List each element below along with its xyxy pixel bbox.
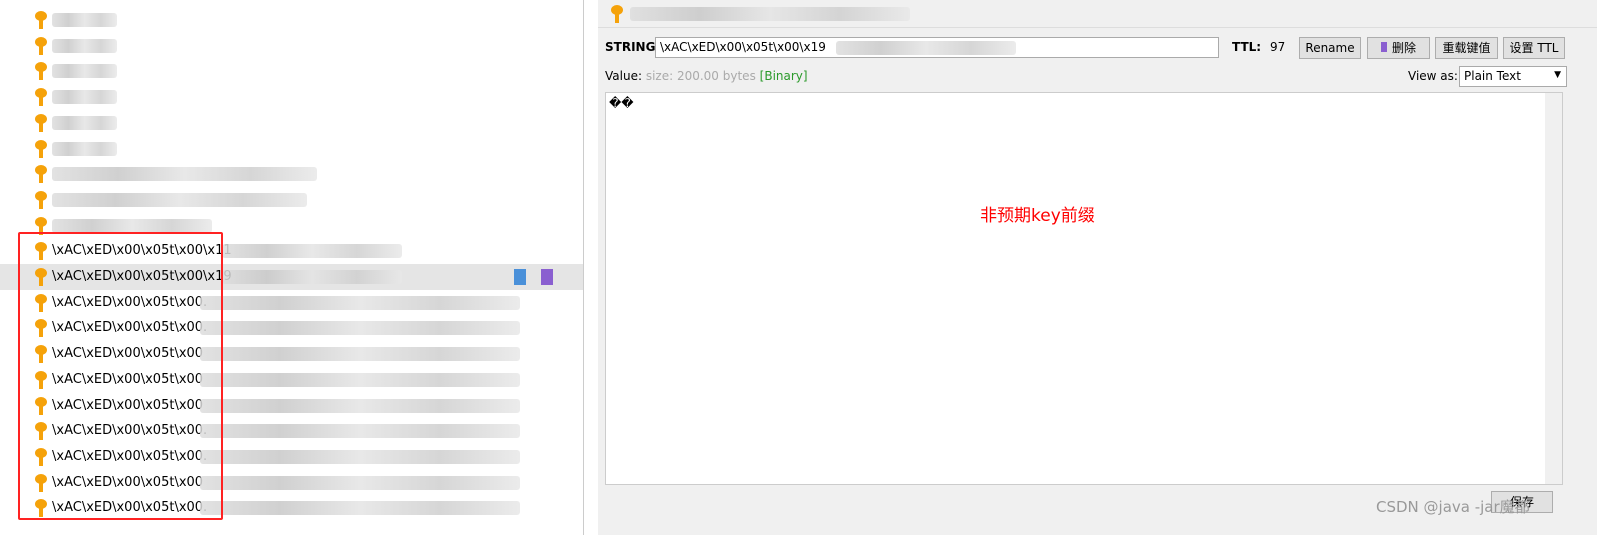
redacted-text [52, 13, 117, 27]
redacted-text [200, 398, 520, 413]
redacted-text [200, 347, 520, 362]
redacted-text [52, 167, 317, 182]
ttl-label: TTL: [1232, 40, 1262, 54]
redacted-text [200, 449, 520, 464]
key-detail-panel: STRING: \xAC\xED\x00\x05t\x00\x19 TTL: 9… [598, 0, 1597, 535]
scrollbar[interactable] [1545, 93, 1562, 484]
tree-row[interactable] [0, 58, 583, 84]
chevron-down-icon: ▼ [1554, 70, 1561, 80]
key-icon [34, 190, 48, 209]
redacted-text [222, 244, 402, 259]
key-tab[interactable] [598, 0, 1597, 28]
tree-row[interactable] [0, 33, 583, 59]
rename-button[interactable]: Rename [1299, 37, 1361, 59]
redacted-text [52, 38, 117, 53]
redacted-text [52, 64, 117, 79]
ttl-value: 97 [1270, 40, 1286, 54]
watermark: CSDN @java -jar魔都 [1376, 498, 1530, 516]
view-as-select[interactable]: Plain Text ▼ [1459, 66, 1567, 87]
set-ttl-button[interactable]: 设置 TTL [1503, 37, 1565, 59]
copy-icon[interactable] [514, 269, 526, 285]
tree-row[interactable] [0, 161, 583, 187]
annotation-text: 非预期key前缀 [980, 206, 1095, 226]
reload-button[interactable]: 重载键值 [1435, 37, 1498, 59]
tree-row[interactable] [0, 136, 583, 162]
trash-icon[interactable] [541, 269, 553, 285]
redacted-text [52, 115, 117, 130]
redacted-text [52, 90, 117, 105]
redacted-text [200, 321, 520, 336]
trash-icon [1380, 42, 1387, 52]
highlight-box [18, 232, 223, 520]
redacted-text [200, 295, 520, 310]
key-name-input[interactable]: \xAC\xED\x00\x05t\x00\x19 [655, 37, 1219, 58]
tree-row[interactable] [0, 84, 583, 110]
redacted-text [222, 270, 402, 284]
delete-label: 删除 [1391, 41, 1416, 55]
value-editor[interactable]: �� 非预期key前缀 [605, 92, 1563, 485]
key-name-value: \xAC\xED\x00\x05t\x00\x19 [660, 40, 826, 54]
tree-row[interactable] [0, 187, 583, 213]
key-icon [34, 88, 48, 107]
view-as-label: View as: [1408, 69, 1458, 83]
redacted-text [200, 475, 520, 490]
value-content: �� [609, 96, 634, 110]
type-label: STRING: [605, 40, 661, 54]
redacted-key-name [630, 7, 910, 21]
key-icon [34, 36, 48, 55]
redacted-text [52, 218, 212, 233]
key-icon [34, 113, 48, 132]
value-info: Value: size: 200.00 bytes [Binary] [605, 69, 808, 83]
redacted-text [200, 372, 520, 387]
key-icon [34, 11, 48, 29]
tree-row[interactable] [0, 110, 583, 136]
redacted-text [200, 424, 520, 439]
redacted-text [52, 141, 117, 156]
key-icon [34, 62, 48, 81]
key-icon [34, 165, 48, 184]
redacted-text [200, 501, 520, 516]
redacted-text [52, 192, 307, 207]
tree-row[interactable] [0, 7, 583, 33]
key-icon [610, 5, 624, 23]
key-icon [34, 139, 48, 158]
delete-button[interactable]: 删除 [1367, 37, 1430, 59]
